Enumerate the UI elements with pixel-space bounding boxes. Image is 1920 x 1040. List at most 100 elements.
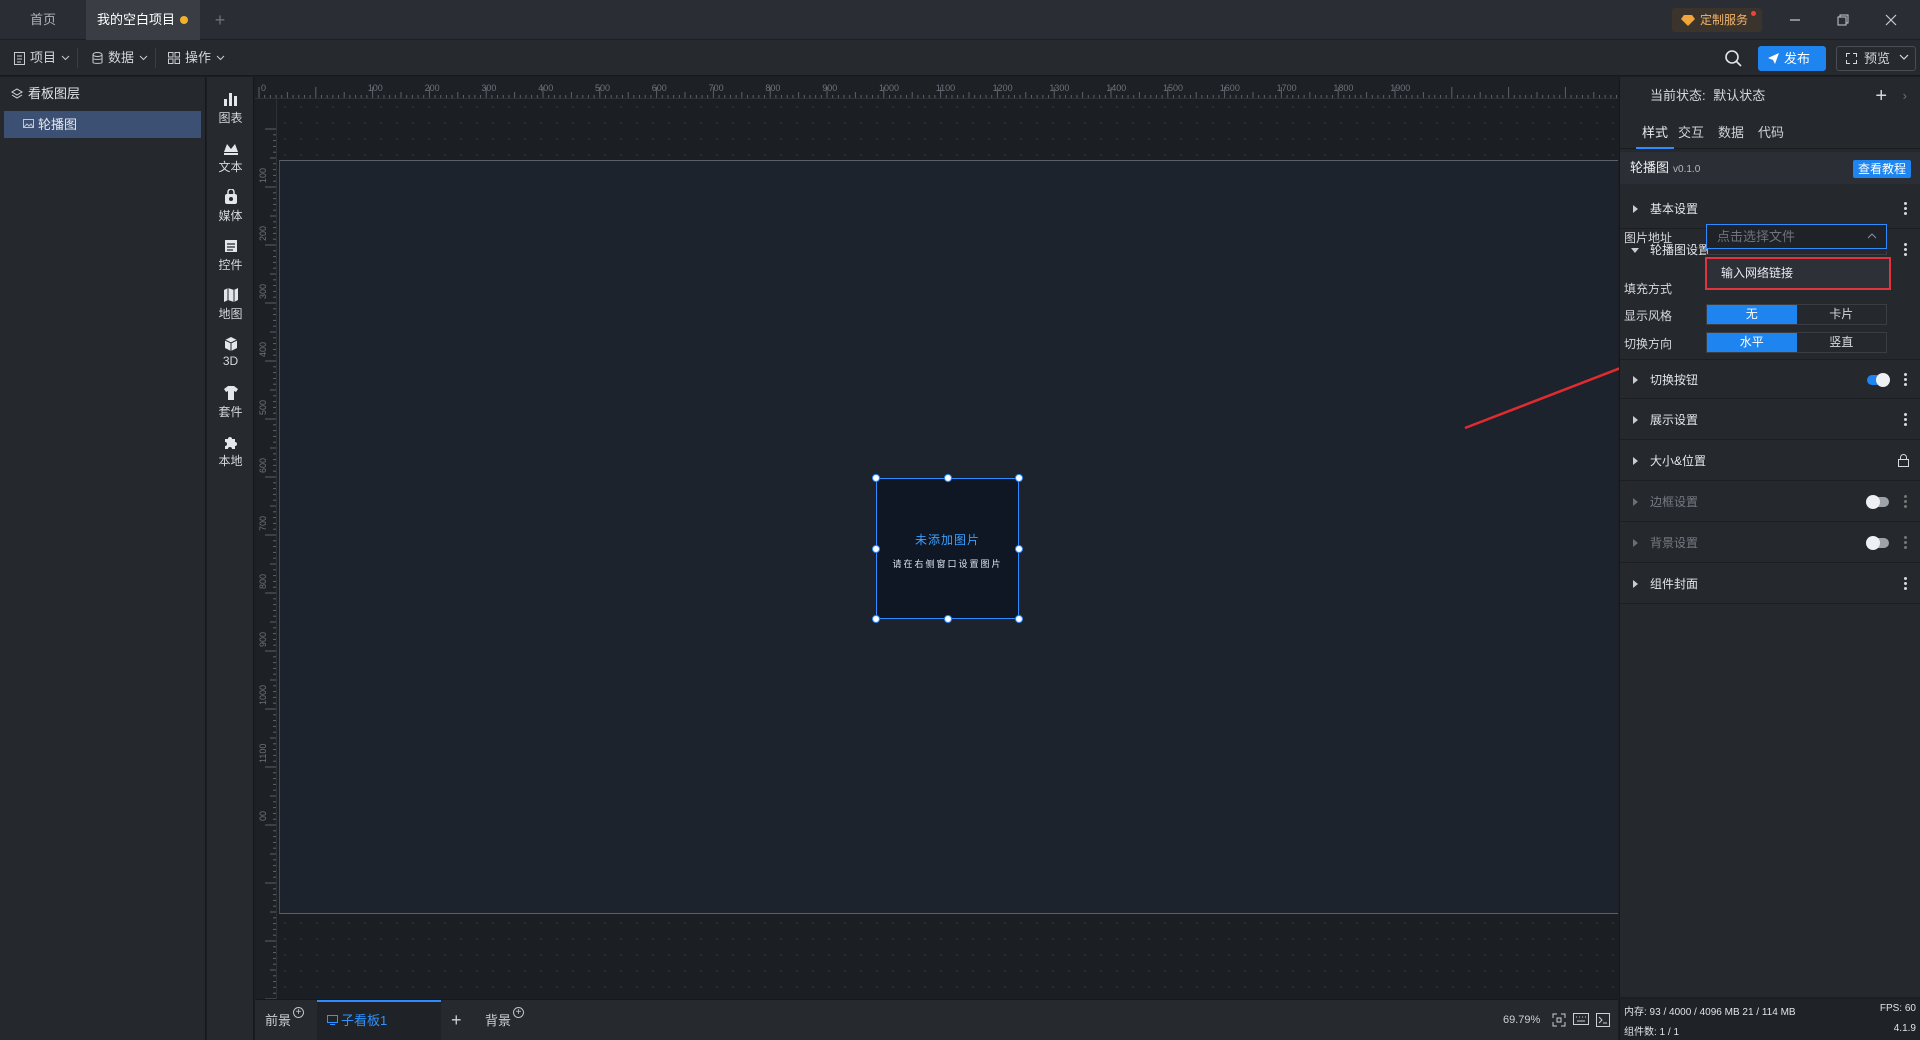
state-value[interactable]: 默认状态: [1713, 88, 1765, 103]
border-toggle[interactable]: [1866, 495, 1889, 509]
dropdown-option-network-link[interactable]: 输入网络链接: [1705, 257, 1891, 290]
ruler-label: 1000: [258, 685, 268, 705]
component-chart[interactable]: 图表: [207, 85, 254, 135]
ruler-label: 500: [258, 400, 268, 415]
add-state-button[interactable]: +: [1875, 77, 1887, 115]
menu-project-label: 项目: [30, 50, 57, 65]
more-icon[interactable]: [1904, 373, 1907, 387]
preview-button[interactable]: 预览: [1836, 46, 1916, 71]
more-icon[interactable]: [1904, 202, 1907, 216]
tab-home[interactable]: 首页: [0, 0, 86, 40]
custom-service-button[interactable]: 定制服务: [1672, 8, 1762, 32]
component-text[interactable]: 文本: [207, 134, 254, 184]
zoom-level[interactable]: 69.79%: [1503, 1000, 1540, 1040]
component-kit[interactable]: 套件: [207, 379, 254, 429]
image-icon: [23, 119, 34, 128]
component-3d[interactable]: 3D: [207, 330, 254, 380]
section-background-settings[interactable]: 背景设置: [1620, 523, 1920, 563]
resize-handle-bottom-left[interactable]: [872, 615, 880, 623]
chevron-down-icon: [139, 55, 148, 61]
foreground-tab[interactable]: 前景+: [265, 1000, 305, 1040]
resize-handle-bottom-right[interactable]: [1015, 615, 1023, 623]
resize-handle-top-left[interactable]: [872, 474, 880, 482]
section-size-position[interactable]: 大小&位置: [1620, 441, 1920, 481]
ruler-label: 1600: [1220, 83, 1240, 93]
resize-handle-top-right[interactable]: [1015, 474, 1023, 482]
add-circle-icon[interactable]: +: [513, 1007, 525, 1018]
background-tab[interactable]: 背景+: [485, 1000, 525, 1040]
style-option-none[interactable]: 无: [1707, 305, 1797, 324]
ruler-label: 1000: [879, 83, 899, 93]
ruler-label: 100: [258, 168, 268, 183]
resize-handle-top[interactable]: [944, 474, 952, 482]
divider: [77, 48, 79, 68]
menu-project[interactable]: 项目: [14, 46, 79, 70]
section-display-label: 展示设置: [1650, 413, 1699, 427]
ruler-label: 600: [652, 83, 667, 93]
carousel-widget[interactable]: 未添加图片 请在右侧窗口设置图片: [872, 474, 1023, 623]
component-chart-label: 图表: [218, 111, 243, 125]
section-basic-settings[interactable]: 基本设置: [1620, 189, 1920, 229]
more-icon[interactable]: [1904, 243, 1907, 257]
keyboard-icon[interactable]: [1573, 1013, 1589, 1025]
ruler-label: 700: [709, 83, 724, 93]
close-button[interactable]: [1868, 0, 1914, 40]
style-option-card[interactable]: 卡片: [1797, 305, 1887, 324]
resize-handle-bottom[interactable]: [944, 615, 952, 623]
component-local[interactable]: 本地: [207, 428, 254, 478]
resize-handle-right[interactable]: [1015, 545, 1023, 553]
fit-screen-icon[interactable]: [1552, 1013, 1566, 1027]
more-icon[interactable]: [1904, 536, 1907, 550]
more-icon[interactable]: [1904, 413, 1907, 427]
more-icon[interactable]: [1904, 495, 1907, 509]
ruler-label: 300: [258, 284, 268, 299]
tab-style[interactable]: 样式: [1636, 117, 1674, 149]
lock-icon[interactable]: [1898, 454, 1909, 467]
component-control-label: 控件: [218, 258, 243, 272]
tab-interaction[interactable]: 交互: [1678, 117, 1704, 149]
ruler-label: 1100: [258, 744, 268, 763]
sub-board-tab[interactable]: 子看板1: [317, 1000, 441, 1040]
menu-data[interactable]: 数据: [92, 46, 157, 70]
component-3d-label: 3D: [222, 354, 239, 368]
component-media[interactable]: 媒体: [207, 183, 254, 233]
document-icon: [14, 51, 25, 65]
ruler-label: 900: [258, 632, 268, 647]
add-circle-icon[interactable]: +: [293, 1007, 305, 1018]
component-control[interactable]: 控件: [207, 232, 254, 282]
ruler-label: 400: [538, 83, 553, 93]
image-url-select[interactable]: 点击选择文件: [1706, 224, 1887, 249]
section-border-settings[interactable]: 边框设置: [1620, 482, 1920, 522]
add-board-button[interactable]: +: [451, 1000, 462, 1040]
switch-button-toggle[interactable]: [1867, 373, 1890, 387]
view-tutorial-button[interactable]: 查看教程: [1852, 160, 1911, 178]
direction-option-vertical[interactable]: 竖直: [1797, 333, 1887, 352]
restore-button[interactable]: [1820, 0, 1866, 40]
ruler-horizontal-ticks: 0 100 200 300 400 500 600 700 800 900 1000 1100 1200…: [258, 83, 1618, 98]
minimize-button[interactable]: [1772, 0, 1818, 40]
tab-data[interactable]: 数据: [1718, 117, 1744, 149]
menu-operations[interactable]: 操作: [168, 46, 225, 70]
chevron-right-icon[interactable]: ›: [1903, 77, 1907, 115]
ruler-label: 400: [258, 342, 268, 357]
display-style-switch: 无 卡片: [1706, 304, 1887, 325]
section-display-settings[interactable]: 展示设置: [1620, 400, 1920, 440]
section-component-cover[interactable]: 组件封面: [1620, 564, 1920, 604]
ruler-label: 1200: [993, 83, 1013, 93]
more-icon[interactable]: [1904, 577, 1907, 591]
add-tab-button[interactable]: +: [206, 0, 234, 40]
layer-item-carousel[interactable]: 轮播图: [4, 111, 201, 138]
layer-panel-title: 看板图层: [28, 86, 81, 101]
chevron-down-icon: [216, 55, 225, 61]
tab-my-blank-project[interactable]: 我的空白项目: [86, 0, 200, 40]
terminal-icon[interactable]: [1596, 1013, 1610, 1027]
section-switch-button[interactable]: 切换按钮: [1620, 359, 1920, 399]
component-map[interactable]: 地图: [207, 281, 254, 331]
background-toggle[interactable]: [1866, 536, 1889, 550]
direction-option-horizontal[interactable]: 水平: [1707, 333, 1797, 352]
resize-handle-left[interactable]: [872, 545, 880, 553]
tab-code[interactable]: 代码: [1758, 117, 1784, 149]
ruler-label: 1400: [1106, 83, 1126, 93]
publish-button[interactable]: 发布: [1758, 46, 1826, 71]
search-icon[interactable]: [1722, 47, 1744, 69]
